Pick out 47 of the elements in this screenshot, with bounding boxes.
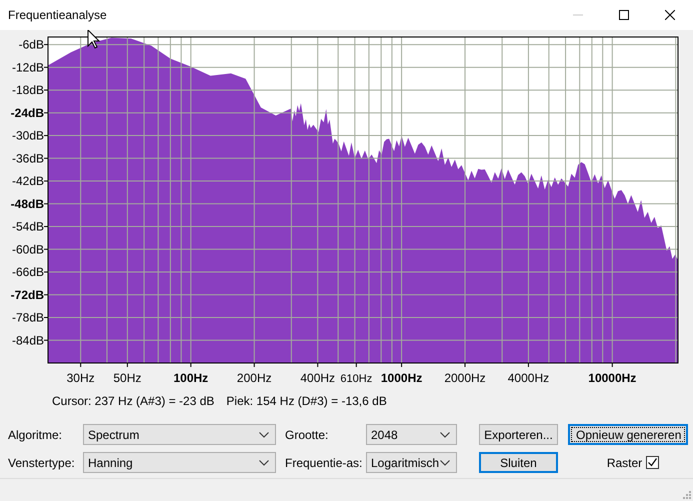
action-button[interactable]: Exporteren... [479,424,558,445]
x-axis-label: 2000Hz [444,371,486,385]
x-axis-label: 50Hz [113,371,142,385]
y-axis-label: -18dB [12,83,44,98]
y-axis-label: -54dB [12,220,44,234]
maximize-icon[interactable] [619,10,629,20]
action-button[interactable]: Sluiten [479,452,558,473]
window-title: Frequentieanalyse [7,8,108,22]
y-axis-label: -30dB [12,128,44,143]
dropdown[interactable]: Spectrum [83,424,276,445]
x-axis-label: 400Hz [300,371,336,385]
resize-grip-icon [683,491,691,499]
field-label: Grootte: [284,428,330,442]
y-axis-label: -84dB [12,333,44,348]
field-label: Frequentie-as: [284,456,364,470]
dropdown[interactable]: Logaritmisch [366,452,457,473]
y-axis-label: -66dB [12,265,44,280]
x-axis-label: 10000Hz [588,371,636,385]
y-axis-label: -48dB [10,196,44,211]
x-axis-label: 610Hz [340,373,372,385]
chevron-icon [440,460,450,466]
cursor-readout: Cursor: 237 Hz (A#3) = -23 dB [52,394,214,408]
y-axis-label: -72dB [10,288,44,302]
x-axis-label: 4000Hz [508,371,550,385]
y-axis-label: -42dB [12,174,44,188]
field-label: Venstertype: [8,456,76,470]
chevron-icon [259,432,269,438]
y-axis-label: -78dB [12,310,44,324]
y-axis-label: -24dB [10,106,44,120]
y-axis-label: -12dB [12,60,44,74]
y-axis-label: -60dB [12,242,44,256]
y-axis-label: -6dB [18,38,44,52]
y-axis-label: -36dB [12,151,44,166]
dropdown[interactable]: 2048 [366,424,457,445]
x-axis-label: 100Hz [174,371,208,385]
field-label: Algoritme: [8,428,64,442]
x-axis-label: 1000Hz [380,371,422,385]
x-axis-label: 30Hz [66,371,95,385]
chevron-icon [259,460,269,466]
chevron-icon [440,432,450,438]
checkbox-label: Raster [606,456,642,470]
x-axis-label: 200Hz [236,371,272,385]
action-button[interactable]: Opnieuw genereren [568,424,688,445]
dropdown[interactable]: Hanning [83,452,276,473]
checkbox[interactable] [646,456,660,469]
close-icon[interactable] [665,10,675,20]
peak-readout: Piek: 154 Hz (D#3) = -13,6 dB [226,394,387,408]
